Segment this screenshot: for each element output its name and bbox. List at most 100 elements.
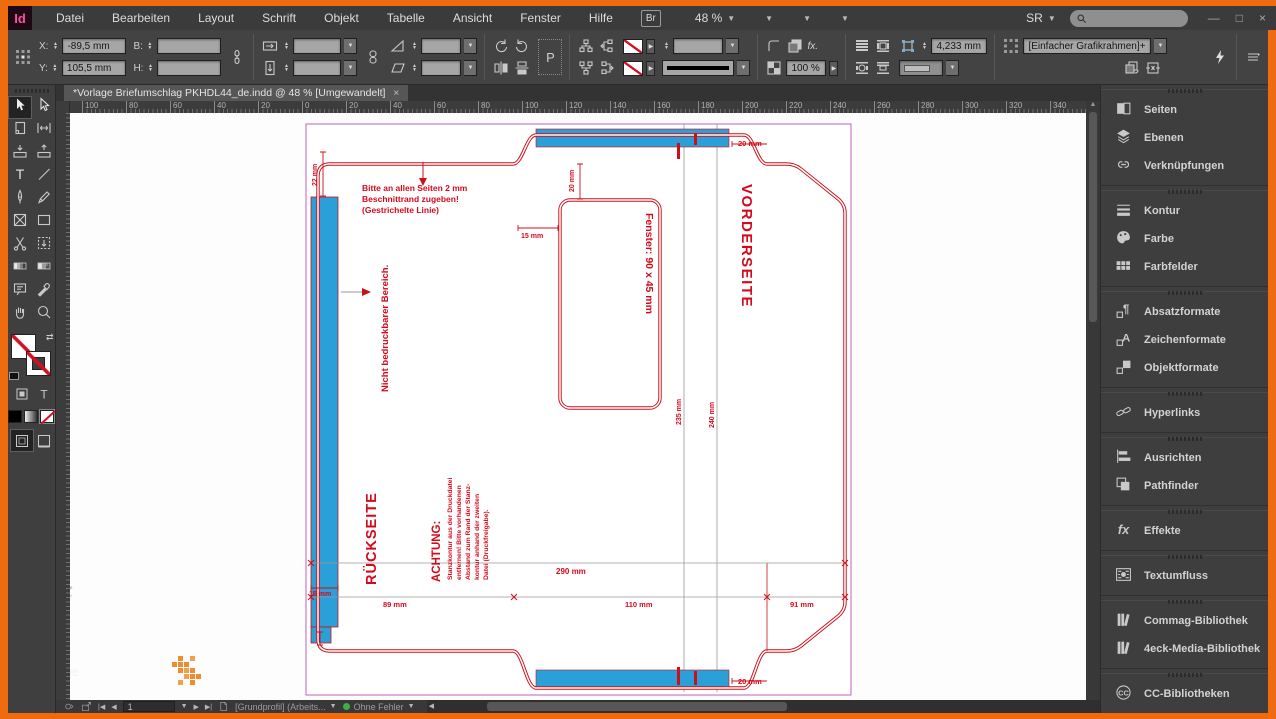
panel-button-pathfinder[interactable]: Pathfinder <box>1101 472 1268 500</box>
selection-tool[interactable] <box>8 96 32 119</box>
zoom-level-dropdown[interactable]: 48 % ▼ <box>695 11 735 25</box>
corner-options-button[interactable] <box>765 37 783 55</box>
constrain-dimensions-icon[interactable] <box>228 48 246 66</box>
panel-button-zeichenformate[interactable]: AZeichenformate <box>1101 326 1268 354</box>
screen-mode-button[interactable]: ▼ <box>799 14 811 23</box>
stroke-color-dropdown[interactable]: ▶ <box>646 61 655 76</box>
panel-button-effekte[interactable]: fxEffekte <box>1101 517 1268 545</box>
minimize-button[interactable]: — <box>1208 11 1220 25</box>
rotate-ccw-button[interactable] <box>513 37 531 55</box>
stroke-weight-dropdown[interactable]: ▼ <box>726 38 739 54</box>
fill-color-swatch[interactable] <box>623 39 643 54</box>
normal-view-mode-button[interactable] <box>10 429 34 452</box>
control-panel-menu-button[interactable] <box>1244 48 1262 66</box>
document-tab[interactable]: *Vorlage Briefumschlag PKHDL44_de.indd @… <box>64 85 408 101</box>
scale-x-field[interactable] <box>293 38 341 54</box>
scale-y-dropdown[interactable]: ▼ <box>344 60 357 76</box>
panel-button-cc-bibliotheken[interactable]: CCCC-Bibliotheken <box>1101 680 1268 708</box>
hand-tool[interactable] <box>8 303 32 326</box>
constrain-scale-link-icon[interactable] <box>364 48 382 66</box>
menu-item-ansicht[interactable]: Ansicht <box>439 7 506 29</box>
scale-y-stepper[interactable]: ▲▼ <box>282 64 290 72</box>
horizontal-ruler[interactable]: 1008060402002040608010012014016018020022… <box>70 101 1086 113</box>
next-page-button[interactable]: ▶ <box>194 703 199 711</box>
apply-color-button[interactable] <box>8 410 22 423</box>
height-stepper[interactable]: ▲▼ <box>146 64 154 72</box>
preflight-profile-dropdown[interactable]: [Grundprofil] (Arbeits... ▼ <box>235 702 336 712</box>
select-content-button[interactable] <box>577 59 595 77</box>
pencil-tool[interactable] <box>32 188 56 211</box>
content-placer-tool[interactable] <box>32 142 56 165</box>
export-icon[interactable] <box>81 701 92 712</box>
close-button[interactable]: × <box>1259 11 1266 25</box>
panel-group-grip[interactable] <box>1168 392 1202 396</box>
panel-button-commag-bibliothek[interactable]: Commag-Bibliothek <box>1101 607 1268 635</box>
stroke-weight-field[interactable] <box>673 38 723 54</box>
gap-tool[interactable] <box>32 119 56 142</box>
frame-fitting-icon[interactable] <box>899 37 917 55</box>
ruler-origin-box[interactable] <box>56 101 70 113</box>
height-field[interactable] <box>157 60 221 76</box>
rotation-field[interactable] <box>421 38 461 54</box>
menu-item-tabelle[interactable]: Tabelle <box>373 7 439 29</box>
vertical-scroll-thumb[interactable] <box>1089 112 1097 322</box>
quick-apply-button[interactable] <box>1211 48 1229 66</box>
tools-panel-grip[interactable] <box>15 89 49 93</box>
panel-button-hyperlinks[interactable]: Hyperlinks <box>1101 399 1268 427</box>
formatting-affects-container-button[interactable] <box>10 382 34 405</box>
menu-item-datei[interactable]: Datei <box>42 7 98 29</box>
maximize-button[interactable]: □ <box>1236 11 1243 25</box>
gap-field[interactable]: 4,233 mm <box>931 38 987 54</box>
y-field[interactable]: 105,5 mm <box>62 60 126 76</box>
preflight-sync-icon[interactable] <box>64 701 75 712</box>
zoom-tool[interactable] <box>32 303 56 326</box>
arrange-documents-button[interactable]: ▼ <box>837 14 849 23</box>
panel-button-absatzformate[interactable]: ¶Absatzformate <box>1101 298 1268 326</box>
drop-shadow-button[interactable] <box>786 37 804 55</box>
horizontal-scrollbar[interactable]: ◀ <box>427 700 1100 713</box>
line-tool[interactable] <box>32 165 56 188</box>
page-number-field[interactable]: 1 <box>123 701 175 712</box>
apply-none-button[interactable] <box>40 410 54 423</box>
panel-group-grip[interactable] <box>1168 673 1202 677</box>
wrap-around-object-button[interactable] <box>853 59 871 77</box>
swap-fill-stroke-icon[interactable]: ⇄ <box>46 332 54 343</box>
wrap-around-bounding-box-button[interactable] <box>874 37 892 55</box>
panel-button-kontur[interactable]: Kontur <box>1101 197 1268 225</box>
panel-button-objektformate[interactable]: Objektformate <box>1101 354 1268 382</box>
vertical-scrollbar[interactable]: ▲ <box>1086 101 1100 700</box>
menu-item-schrift[interactable]: Schrift <box>248 7 310 29</box>
panel-button-ausrichten[interactable]: Ausrichten <box>1101 444 1268 472</box>
reference-point-proxy[interactable] <box>14 48 32 66</box>
document-canvas[interactable]: Bitte an allen Seiten 2 mm Beschnittrand… <box>70 113 1086 700</box>
workspace-switcher[interactable]: SR ▼ <box>1026 11 1056 25</box>
panel-button-farbfelder[interactable]: Farbfelder <box>1101 253 1268 281</box>
last-page-button[interactable]: ▶| <box>205 703 212 711</box>
type-tool[interactable]: T <box>8 165 32 188</box>
search-input[interactable] <box>1091 12 1177 25</box>
pen-tool[interactable] <box>8 188 32 211</box>
close-tab-icon[interactable]: × <box>393 88 399 99</box>
shear-field[interactable] <box>421 60 461 76</box>
jump-object-button[interactable] <box>874 59 892 77</box>
rectangle-tool[interactable] <box>32 211 56 234</box>
flip-vertical-button[interactable] <box>513 59 531 77</box>
menu-item-objekt[interactable]: Objekt <box>310 7 373 29</box>
panel-button-4eck-media-bibliothek[interactable]: 4eck-Media-Bibliothek <box>1101 635 1268 663</box>
panel-group-grip[interactable] <box>1168 291 1202 295</box>
default-fill-stroke-icon[interactable] <box>9 372 19 380</box>
shear-dropdown[interactable]: ▼ <box>464 60 477 76</box>
panel-button-ebenen[interactable]: Ebenen <box>1101 124 1268 152</box>
no-text-wrap-button[interactable] <box>853 37 871 55</box>
scroll-up-icon[interactable]: ▲ <box>1086 101 1100 108</box>
panel-group-grip[interactable] <box>1168 510 1202 514</box>
scale-x-dropdown[interactable]: ▼ <box>344 38 357 54</box>
x-field[interactable]: -89,5 mm <box>62 38 126 54</box>
frame-tool[interactable] <box>8 211 32 234</box>
panel-button-textumfluss[interactable]: Textumfluss <box>1101 562 1268 590</box>
stroke-type-dropdown[interactable]: ▼ <box>737 60 750 76</box>
page-dropdown[interactable]: ▼ <box>181 703 188 710</box>
x-stepper[interactable]: ▲▼ <box>51 42 59 50</box>
stroke-weight-stepper[interactable]: ▲▼ <box>662 42 670 50</box>
object-style-field[interactable]: [Einfacher Grafikrahmen]+ <box>1023 38 1151 54</box>
